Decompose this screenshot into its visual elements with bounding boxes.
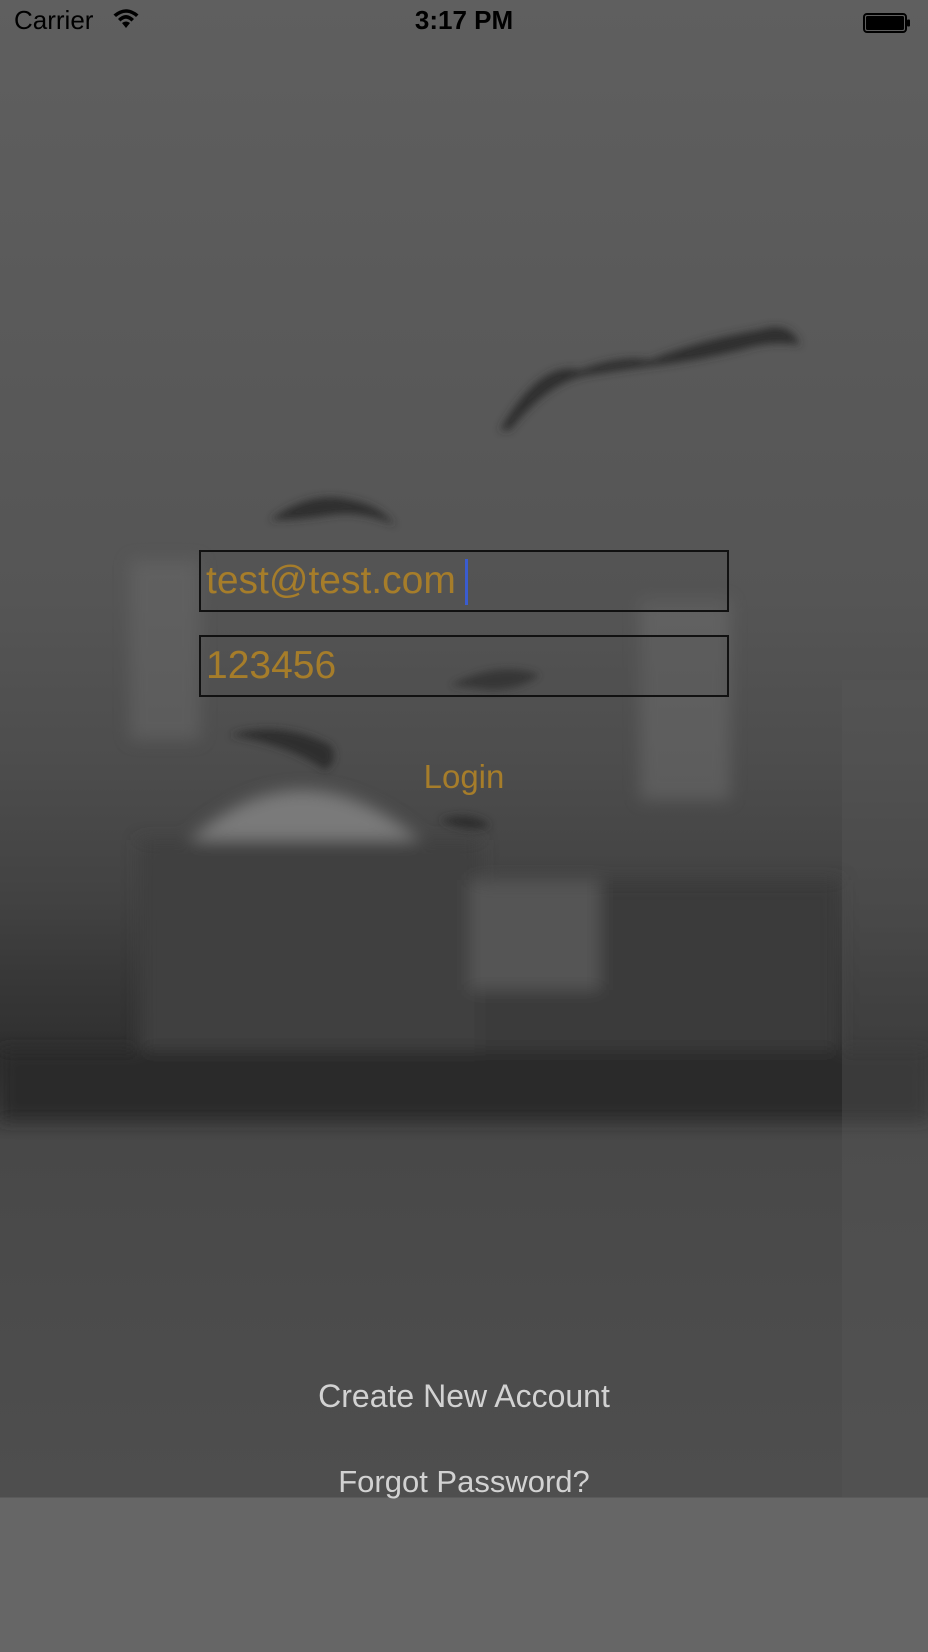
status-time: 3:17 PM [414, 5, 514, 35]
email-field[interactable] [199, 550, 729, 612]
password-input[interactable] [201, 637, 727, 695]
forgot-password-button[interactable]: Forgot Password? [0, 1464, 928, 1500]
status-bar: Carrier 3:17 PM [0, 0, 928, 40]
background-photo [0, 0, 928, 1497]
login-screen: Carrier 3:17 PM Login Create New Account… [0, 0, 928, 1652]
login-button[interactable]: Login [0, 758, 928, 796]
password-field[interactable] [199, 635, 729, 697]
battery-full-icon [863, 9, 911, 33]
bottom-panel [0, 1497, 928, 1652]
email-input[interactable] [201, 552, 727, 610]
create-account-button[interactable]: Create New Account [0, 1378, 928, 1415]
background-strip [842, 680, 928, 1497]
text-caret [465, 559, 468, 605]
